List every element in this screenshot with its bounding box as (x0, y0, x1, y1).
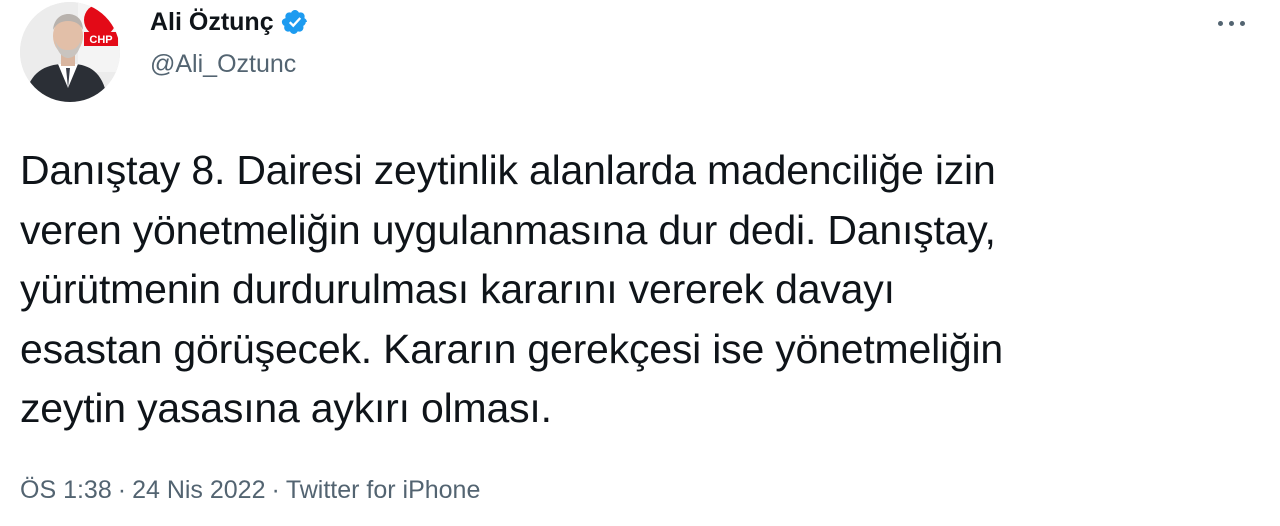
tweet-text-line: yürütmenin durdurulması kararını vererek… (20, 266, 895, 312)
avatar[interactable]: CHP (20, 2, 120, 102)
tweet-date[interactable]: 24 Nis 2022 (132, 476, 265, 504)
more-options-icon[interactable] (1208, 8, 1254, 38)
tweet-text: Danıştay 8. Dairesi zeytinlik alanlarda … (20, 141, 1260, 439)
avatar-logo-text: CHP (89, 34, 112, 46)
author-display-name[interactable]: Ali Öztunç (150, 8, 274, 37)
separator: · (117, 476, 127, 504)
dot (1217, 20, 1223, 26)
dot (1228, 20, 1234, 26)
tweet-metadata: ÖS 1:38 · 24 Nis 2022 · Twitter for iPhone (20, 476, 480, 505)
tweet-text-line: zeytin yasasına aykırı olması. (20, 385, 552, 431)
tweet-source[interactable]: Twitter for iPhone (286, 476, 481, 504)
tweet-time[interactable]: ÖS 1:38 (20, 476, 112, 504)
avatar-image: CHP (20, 2, 120, 102)
verified-badge-icon (281, 8, 309, 36)
separator: · (271, 476, 280, 504)
dot (1239, 20, 1245, 26)
tweet-text-line: veren yönetmeliğin uygulanmasına dur ded… (20, 206, 996, 253)
author-name-row: Ali Öztunç (150, 4, 309, 40)
author-handle[interactable]: @Ali_Oztunc (150, 50, 296, 79)
tweet-text-line: Danıştay 8. Dairesi zeytinlik alanlarda … (20, 147, 996, 193)
tweet-text-line: esastan görüşecek. Kararın gerekçesi ise… (20, 325, 1004, 372)
tweet-card: CHP Ali Öztunç @Ali_Oztunc Danıştay 8. D… (0, 0, 1280, 526)
